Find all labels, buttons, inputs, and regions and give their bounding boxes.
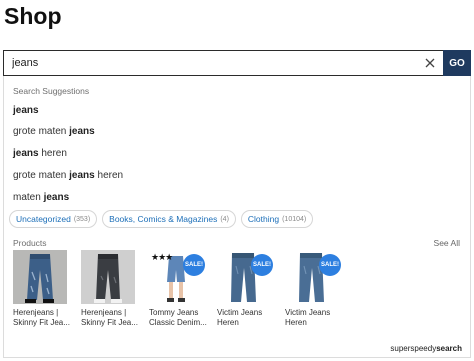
product-name: Skinny Fit Jea... [13,318,70,327]
suggestion-match: jeans [69,170,95,181]
chip-count: (4) [220,215,229,223]
product-image: SALE! [285,250,341,304]
rating-stars: ★★★ [151,252,173,263]
suggestion-text: grote maten [13,126,70,137]
category-chips: Uncategorized (353) Books, Comics & Magaz… [9,210,314,228]
product-image: ★★★ SALE! [149,250,205,304]
product-name: Heren [217,318,239,327]
suggestion-item[interactable]: jeans [13,104,39,118]
go-button[interactable]: GO [443,50,471,76]
product-name: Tommy Jeans [149,308,199,317]
suggestion-item[interactable]: grote maten jeans [13,125,95,139]
search-bar: GO [3,50,471,76]
product-image [13,250,67,304]
sale-badge: SALE! [319,254,341,276]
clear-search-button[interactable] [417,51,443,75]
suggestion-item[interactable]: grote maten jeans heren [13,169,123,183]
page-title: Shop [4,3,62,29]
suggestion-item[interactable]: jeans heren [13,147,67,161]
product-name: Herenjeans | [13,308,59,317]
product-name: Heren [285,318,307,327]
product-card[interactable]: ★★★ SALE! Tommy Jeans Classic Denim... [149,250,217,328]
suggestion-match: jeans [13,148,39,159]
powered-by-logo: superspeedysearch [390,344,462,353]
powered-prefix: superspeedy [390,344,437,353]
product-card[interactable]: Herenjeans | Skinny Fit Jea... [13,250,81,328]
product-name: Classic Denim... [149,318,207,327]
product-card[interactable]: SALE! Victim Jeans Heren [285,250,353,328]
suggestion-item[interactable]: maten jeans [13,191,69,205]
category-chip-clothing[interactable]: Clothing (10104) [240,210,314,228]
category-chip-uncategorized[interactable]: Uncategorized (353) [9,210,98,228]
search-field[interactable] [3,50,443,76]
products-heading: Products [13,238,47,248]
product-name: Skinny Fit Jea... [81,318,138,327]
product-list: Herenjeans | Skinny Fit Jea... Herenjean… [13,250,353,328]
suggestions-heading: Search Suggestions [13,86,90,96]
chip-count: (353) [73,215,91,223]
suggestion-match: jeans [69,126,95,137]
product-name: Victim Jeans [217,308,263,317]
product-name: Herenjeans | [81,308,127,317]
search-input[interactable] [12,53,417,73]
chip-label: Clothing [247,214,280,224]
suggestion-match: jeans [43,192,70,203]
close-icon [425,58,435,68]
chip-label: Books, Comics & Magazines [109,214,218,224]
sale-badge: SALE! [183,254,205,276]
suggestion-text: heren [94,170,124,181]
suggestion-text: maten [13,192,44,203]
category-chip-books[interactable]: Books, Comics & Magazines (4) [102,210,236,228]
filled-stars: ★★★ [151,252,173,262]
suggestion-match: jeans [13,105,39,116]
chip-count: (10104) [282,215,307,223]
suggestion-text: heren [38,148,67,159]
product-name: Victim Jeans [285,308,331,317]
search-results-dropdown: Search Suggestions jeans grote maten jea… [3,76,471,358]
chip-label: Uncategorized [16,214,71,224]
see-all-link[interactable]: See All [434,238,460,248]
product-card[interactable]: SALE! Victim Jeans Heren [217,250,285,328]
product-image [81,250,135,304]
powered-bold: search [436,344,462,353]
product-card[interactable]: Herenjeans | Skinny Fit Jea... [81,250,149,328]
product-image: SALE! [217,250,273,304]
suggestion-text: grote maten [13,170,70,181]
sale-badge: SALE! [251,254,273,276]
